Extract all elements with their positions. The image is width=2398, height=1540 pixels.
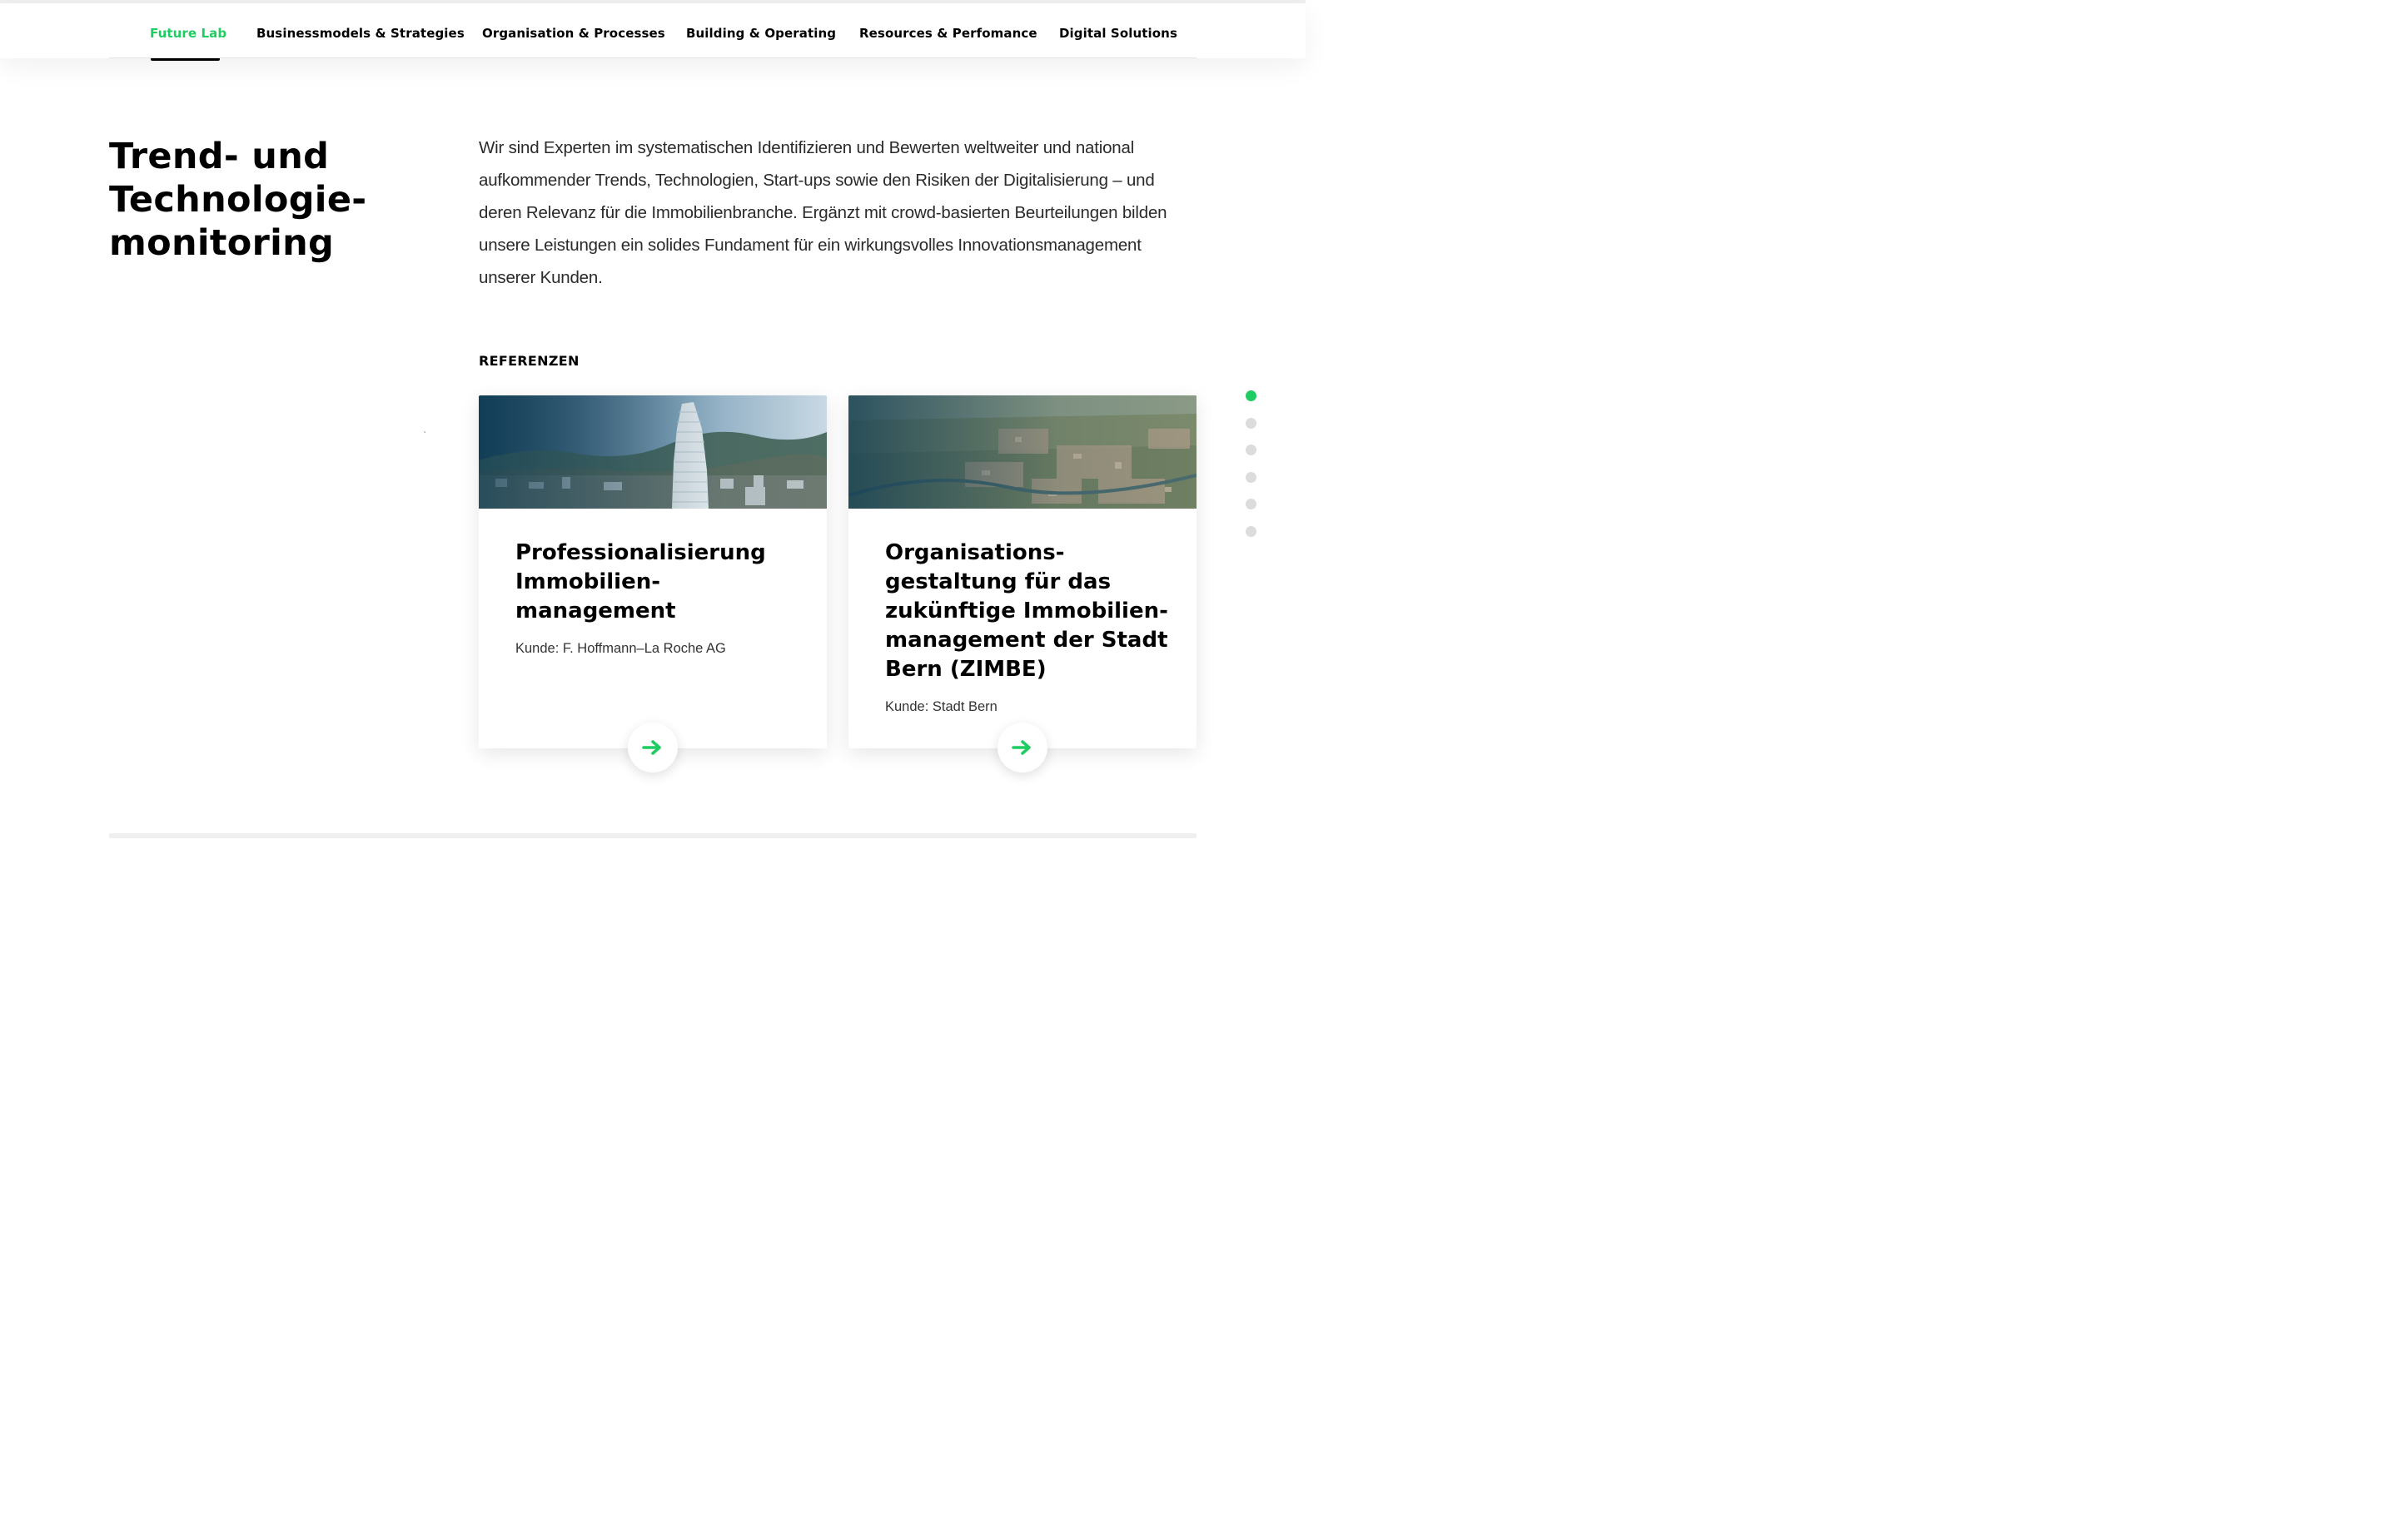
section-pager [1246,390,1257,554]
pager-dot[interactable] [1246,417,1256,429]
section-intro: Wir sind Experten im systematischen Iden… [479,138,1167,287]
card-title-line: Immobilien- [515,569,661,594]
nav-item-resources-perfomance[interactable]: Resources & Perfomance [859,26,1037,41]
arrow-right-icon [642,740,661,755]
card-title-line: Professionalisierung [515,540,766,565]
card-title-line: management [515,599,676,623]
pager-dot-active[interactable] [1246,390,1256,401]
main-navigation: Future Lab Businessmodels & Strategies O… [0,3,1306,61]
card-client: Kunde: Stadt Bern [885,699,998,714]
nav-item-digital-solutions[interactable]: Digital Solutions [1059,26,1177,41]
card-image-city-tower [479,395,827,509]
nav-item-organisation-processes[interactable]: Organisation & Processes [482,26,665,41]
card-title[interactable]: Organisations-gestaltung für das zukünfti… [885,539,1177,684]
nav-item-businessmodels-strategies[interactable]: Businessmodels & Strategies [256,26,465,41]
card-open-button[interactable] [628,723,678,772]
references-heading: REFERENZEN [479,353,580,369]
card-title-line: gestaltung für das [885,569,1112,594]
section-divider [109,833,1197,838]
nav-divider [109,57,1197,58]
arrow-right-icon [1012,740,1031,755]
reference-card[interactable]: Professionalisierung Immobilien-managemen… [479,395,827,772]
section-title-line: Trend- und [109,136,330,177]
card-title-line: zukünftige Immobilien- [885,599,1168,623]
pager-dot[interactable] [1246,525,1256,537]
card-open-button[interactable] [998,723,1047,772]
reference-card[interactable]: Organisations-gestaltung für das zukünfti… [848,395,1197,772]
card-title[interactable]: Professionalisierung Immobilien-managemen… [515,539,807,626]
section-title-line: Technologie- [109,179,367,221]
card-title-line: Organisations- [885,540,1065,565]
nav-item-building-operating[interactable]: Building & Operating [686,26,836,41]
nav-item-future-lab[interactable]: Future Lab [150,26,226,41]
card-image-aerial-city [848,395,1197,509]
card-title-line: Bern (ZIMBE) [885,657,1047,682]
pager-dot[interactable] [1246,471,1256,483]
section-title-line: monitoring [109,222,335,264]
pager-dot[interactable] [1246,499,1256,510]
section-title: Trend- und Technologie-monitoring [109,135,442,265]
stray-mark: ` [423,431,427,440]
card-title-line: management der Stadt [885,628,1168,653]
pager-dot[interactable] [1246,445,1256,456]
card-client: Kunde: F. Hoffmann–La Roche AG [515,641,726,656]
